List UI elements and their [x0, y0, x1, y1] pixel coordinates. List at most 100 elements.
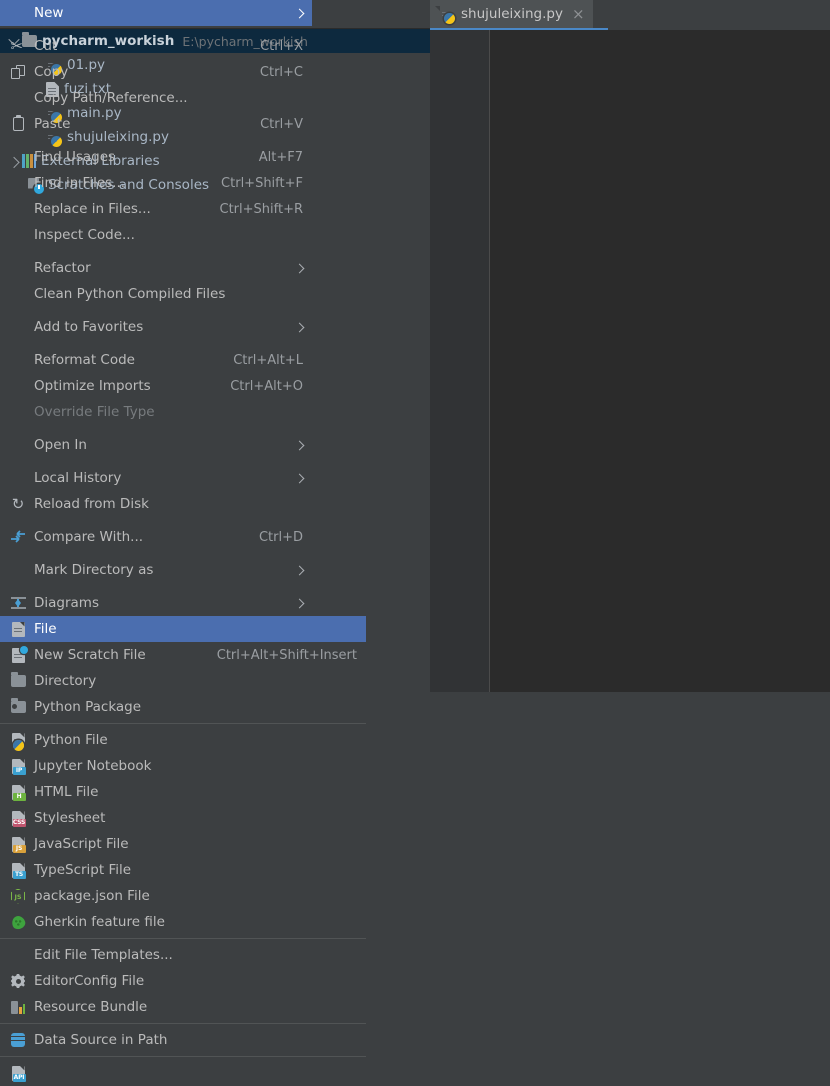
diagrams-icon	[8, 594, 28, 612]
menu-item-inspect-code[interactable]: Inspect Code...	[0, 222, 312, 248]
submenu-item-http-request[interactable]: API	[0, 1060, 366, 1086]
submenu-item-typescript-file[interactable]: TS TypeScript File	[0, 857, 366, 883]
resource-bundle-icon	[8, 998, 28, 1016]
ts-file-icon: TS	[8, 861, 28, 879]
menu-icon-none	[8, 226, 28, 244]
submenu-item-file[interactable]: File	[0, 616, 366, 642]
menu-item-label: Paste	[34, 116, 71, 132]
menu-item-new[interactable]: New	[0, 0, 312, 26]
menu-item-label: Override File Type	[34, 404, 155, 420]
folder-icon	[8, 672, 28, 690]
menu-item-label: New	[34, 5, 64, 21]
menu-item-shortcut: Ctrl+Alt+O	[230, 378, 303, 394]
reload-icon: ↻	[11, 494, 25, 513]
menu-icon-none	[8, 200, 28, 218]
chevron-right-icon	[294, 473, 305, 483]
js-file-icon: JS	[8, 835, 28, 853]
menu-item-shortcut: Ctrl+Shift+R	[219, 201, 304, 217]
submenu-item-packagejson-file[interactable]: JS package.json File	[0, 883, 366, 909]
clipboard-icon	[8, 115, 28, 133]
menu-item-cut[interactable]: ✂ Cut Ctrl+X	[0, 33, 312, 59]
menu-icon-none	[8, 318, 28, 336]
submenu-item-resource-bundle[interactable]: Resource Bundle	[0, 994, 366, 1020]
menu-item-local-history[interactable]: Local History	[0, 465, 312, 491]
http-request-icon: API	[8, 1064, 28, 1082]
editor-area[interactable]	[430, 30, 830, 692]
chevron-right-icon	[294, 565, 305, 575]
chevron-right-icon	[294, 598, 305, 608]
menu-item-label: HTML File	[34, 784, 99, 800]
menu-item-label: Resource Bundle	[34, 999, 148, 1015]
new-submenu[interactable]: File New Scratch File Ctrl+Alt+Shift+Ins…	[0, 616, 366, 1086]
menu-item-label: Local History	[34, 470, 122, 486]
submenu-item-html-file[interactable]: H HTML File	[0, 779, 366, 805]
menu-icon-none	[8, 285, 28, 303]
menu-item-optimize-imports[interactable]: Optimize Imports Ctrl+Alt+O	[0, 373, 312, 399]
menu-item-diagrams[interactable]: Diagrams	[0, 590, 312, 616]
menu-item-open-in[interactable]: Open In	[0, 432, 312, 458]
menu-item-replace-in-files[interactable]: Replace in Files... Ctrl+Shift+R	[0, 196, 312, 222]
python-file-icon	[440, 6, 455, 24]
menu-item-find-usages[interactable]: Find Usages Alt+F7	[0, 144, 312, 170]
menu-separator	[0, 723, 366, 724]
menu-item-label: Edit File Templates...	[34, 947, 173, 963]
menu-item-label: JavaScript File	[34, 836, 129, 852]
menu-item-label: package.json File	[34, 888, 150, 904]
menu-item-refactor[interactable]: Refactor	[0, 255, 312, 281]
submenu-item-python-package[interactable]: Python Package	[0, 694, 366, 720]
submenu-item-stylesheet[interactable]: CSS Stylesheet	[0, 805, 366, 831]
menu-item-find-in-files[interactable]: Find in Files... Ctrl+Shift+F	[0, 170, 312, 196]
menu-item-clean-python-compiled-files[interactable]: Clean Python Compiled Files	[0, 281, 312, 307]
close-icon[interactable]: ×	[572, 6, 585, 22]
menu-item-label: Open In	[34, 437, 87, 453]
menu-item-paste[interactable]: Paste Ctrl+V	[0, 111, 312, 137]
menu-item-label: Replace in Files...	[34, 201, 151, 217]
submenu-item-python-file[interactable]: Python File	[0, 727, 366, 753]
submenu-item-javascript-file[interactable]: JS JavaScript File	[0, 831, 366, 857]
submenu-item-directory[interactable]: Directory	[0, 668, 366, 694]
menu-item-copy[interactable]: Copy Ctrl+C	[0, 59, 312, 85]
menu-icon-none	[8, 377, 28, 395]
submenu-item-gherkin-feature-file[interactable]: Gherkin feature file	[0, 909, 366, 935]
menu-item-label: New Scratch File	[34, 647, 146, 663]
scratch-file-icon	[8, 646, 28, 664]
menu-separator	[0, 1023, 366, 1024]
menu-item-label: Add to Favorites	[34, 319, 144, 335]
menu-item-shortcut: Ctrl+Shift+F	[221, 175, 303, 191]
menu-item-compare-with[interactable]: Compare With... Ctrl+D	[0, 524, 312, 550]
menu-item-shortcut: Ctrl+V	[260, 116, 303, 132]
menu-item-mark-directory-as[interactable]: Mark Directory as	[0, 557, 312, 583]
menu-item-label: Reload from Disk	[34, 496, 149, 512]
menu-item-label: Find Usages	[34, 149, 116, 165]
menu-icon-none	[8, 148, 28, 166]
menu-item-label: Cut	[34, 38, 58, 54]
menu-item-copy-path-reference[interactable]: Copy Path/Reference...	[0, 85, 312, 111]
menu-item-add-to-favorites[interactable]: Add to Favorites	[0, 314, 312, 340]
menu-item-shortcut: Ctrl+D	[258, 529, 303, 545]
menu-separator	[0, 938, 366, 939]
submenu-item-data-source-in-path[interactable]: Data Source in Path	[0, 1027, 366, 1053]
menu-item-label: File	[34, 621, 57, 637]
compare-icon	[8, 528, 28, 546]
submenu-item-edit-file-templates[interactable]: Edit File Templates...	[0, 942, 366, 968]
css-file-icon: CSS	[8, 809, 28, 827]
gherkin-icon	[8, 913, 28, 931]
chevron-right-icon	[294, 322, 305, 332]
menu-item-label: EditorConfig File	[34, 973, 145, 989]
menu-item-label: Diagrams	[34, 595, 99, 611]
menu-icon-none	[8, 403, 28, 421]
submenu-item-editorconfig-file[interactable]: EditorConfig File	[0, 968, 366, 994]
editor-tab-shujuleixing[interactable]: shujuleixing.py ×	[430, 0, 593, 28]
menu-icon-none	[8, 89, 28, 107]
submenu-item-new-scratch-file[interactable]: New Scratch File Ctrl+Alt+Shift+Insert	[0, 642, 366, 668]
menu-item-reformat-code[interactable]: Reformat Code Ctrl+Alt+L	[0, 347, 312, 373]
jupyter-icon: IP	[8, 757, 28, 775]
menu-item-label: Compare With...	[34, 529, 144, 545]
menu-icon-none	[8, 561, 28, 579]
menu-item-reload-from-disk[interactable]: ↻ Reload from Disk	[0, 491, 312, 517]
scissors-icon: ✂	[10, 36, 24, 55]
editor-tab-bar: shujuleixing.py ×	[430, 0, 830, 31]
menu-item-label: Mark Directory as	[34, 562, 154, 578]
menu-icon-none	[8, 4, 28, 22]
submenu-item-jupyter-notebook[interactable]: IP Jupyter Notebook	[0, 753, 366, 779]
